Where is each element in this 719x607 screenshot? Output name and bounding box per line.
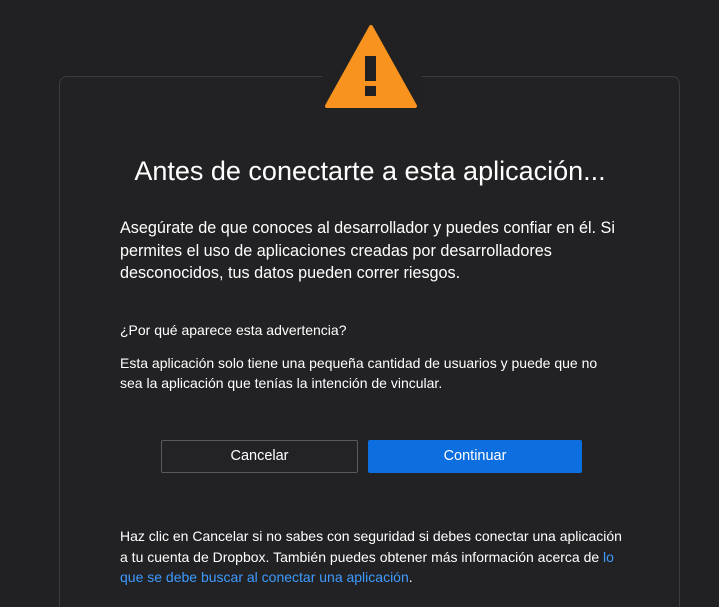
warning-question: ¿Por qué aparece esta advertencia? [120,322,347,338]
page: Antes de conectarte a esta aplicación...… [0,0,719,607]
intro-text: Asegúrate de que conoces al desarrollado… [120,219,615,282]
warning-triangle-icon [325,25,417,108]
footer-body: Haz clic en Cancelar si no sabes con seg… [120,528,622,565]
warning-explanation: Esta aplicación solo tiene una pequeña c… [120,355,598,391]
continue-button[interactable]: Continuar [368,440,582,473]
cancel-button[interactable]: Cancelar [161,440,358,473]
dialog-title: Antes de conectarte a esta aplicación... [134,156,606,186]
footer-end: . [408,569,413,585]
footer-text: Haz clic en Cancelar si no sabes con seg… [120,526,630,588]
